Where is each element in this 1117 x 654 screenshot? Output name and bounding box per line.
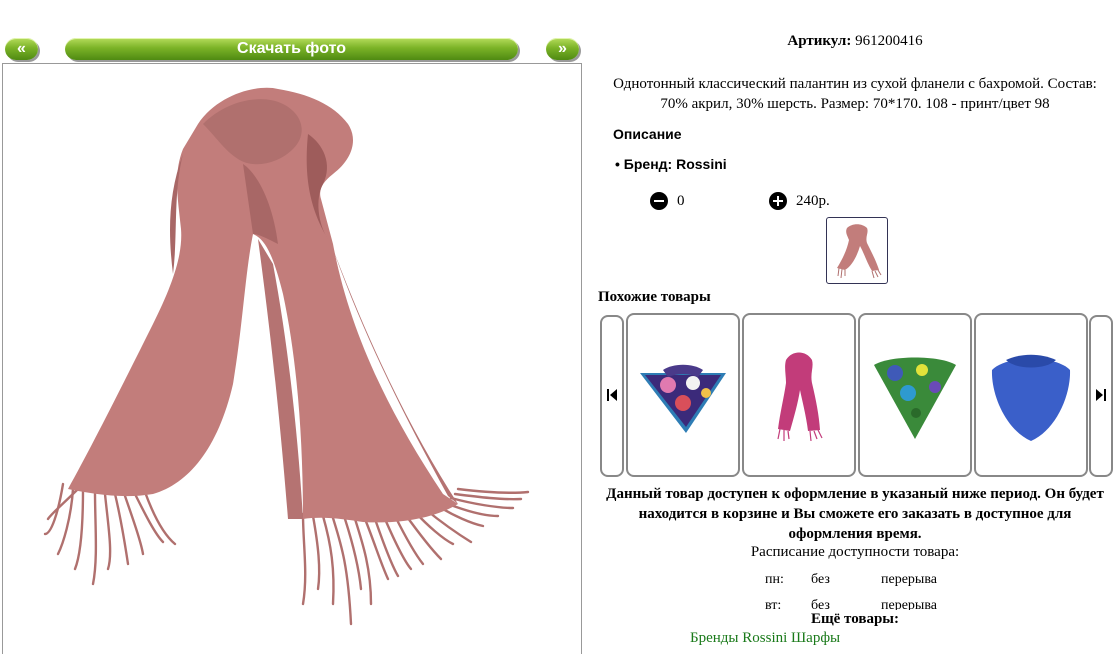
next-photo-button[interactable]: » — [546, 38, 579, 60]
similar-item-4[interactable] — [974, 313, 1088, 477]
skip-back-icon — [607, 389, 617, 401]
schedule-mon-b: перерыва — [881, 572, 937, 587]
quantity-value: 0 — [677, 193, 685, 209]
schedule-table: пн: без перерыва вт: без перерыва — [740, 570, 980, 610]
availability-notice: Данный товар доступен к оформление в ука… — [585, 484, 1117, 544]
brand-label: Бренд: Rossini — [623, 156, 727, 172]
similar-scarf-1-image — [640, 364, 726, 433]
price-value: 240р. — [796, 193, 830, 209]
article-label: Артикул: — [787, 33, 852, 49]
similar-scarf-2-image — [777, 352, 823, 442]
plus-circle-icon[interactable] — [769, 192, 787, 210]
description-line-1: Однотонный классический палантин из сухо… — [613, 76, 1097, 92]
thumbnail-scarf-image — [837, 224, 882, 279]
description-line-2: 70% акрил, 30% шерсть. Размер: 70*170. 1… — [660, 96, 1050, 112]
more-products-link[interactable]: Бренды Rossini Шарфы — [690, 630, 840, 647]
similar-scarf-3-image — [874, 357, 956, 439]
product-photo-frame — [2, 63, 582, 654]
article-line: Артикул: 961200416 — [585, 33, 1117, 50]
brand-item: • Бренд: Rossini — [615, 156, 727, 172]
schedule-tue-a: без — [811, 598, 830, 610]
similar-scarf-4-image — [991, 354, 1071, 441]
carousel-next-button[interactable] — [1089, 315, 1113, 477]
notice-line-1: Данный товар доступен к оформление в ука… — [606, 486, 1104, 502]
notice-line-2: находится в корзине и Вы сможете его зак… — [638, 506, 1072, 522]
prev-photo-button[interactable]: « — [5, 38, 38, 60]
product-description: Однотонный классический палантин из сухо… — [585, 74, 1117, 114]
more-products-title: Ещё товары: — [810, 611, 900, 627]
download-photo-button[interactable]: Скачать фото — [65, 38, 518, 60]
schedule-tue-b: перерыва — [881, 598, 937, 610]
product-photo[interactable] — [3, 64, 581, 639]
product-thumbnail[interactable] — [826, 217, 888, 284]
article-value: 961200416 — [855, 33, 923, 49]
skip-forward-icon — [1096, 389, 1106, 401]
schedule-day-mon: пн: — [765, 572, 784, 587]
similar-item-3[interactable] — [858, 313, 972, 477]
carousel-prev-button[interactable] — [600, 315, 624, 477]
schedule-mon-a: без — [811, 572, 830, 587]
similar-products-title: Похожие товары — [598, 289, 711, 305]
similar-item-2[interactable] — [742, 313, 856, 477]
minus-circle-icon[interactable] — [650, 192, 668, 210]
description-section-title: Описание — [613, 126, 682, 142]
notice-line-3: оформления время. — [788, 526, 922, 542]
similar-item-1[interactable] — [626, 313, 740, 477]
schedule-title: Расписание доступности товара: — [750, 544, 960, 560]
bullet-icon: • — [615, 156, 620, 172]
schedule-day-tue: вт: — [765, 598, 782, 610]
